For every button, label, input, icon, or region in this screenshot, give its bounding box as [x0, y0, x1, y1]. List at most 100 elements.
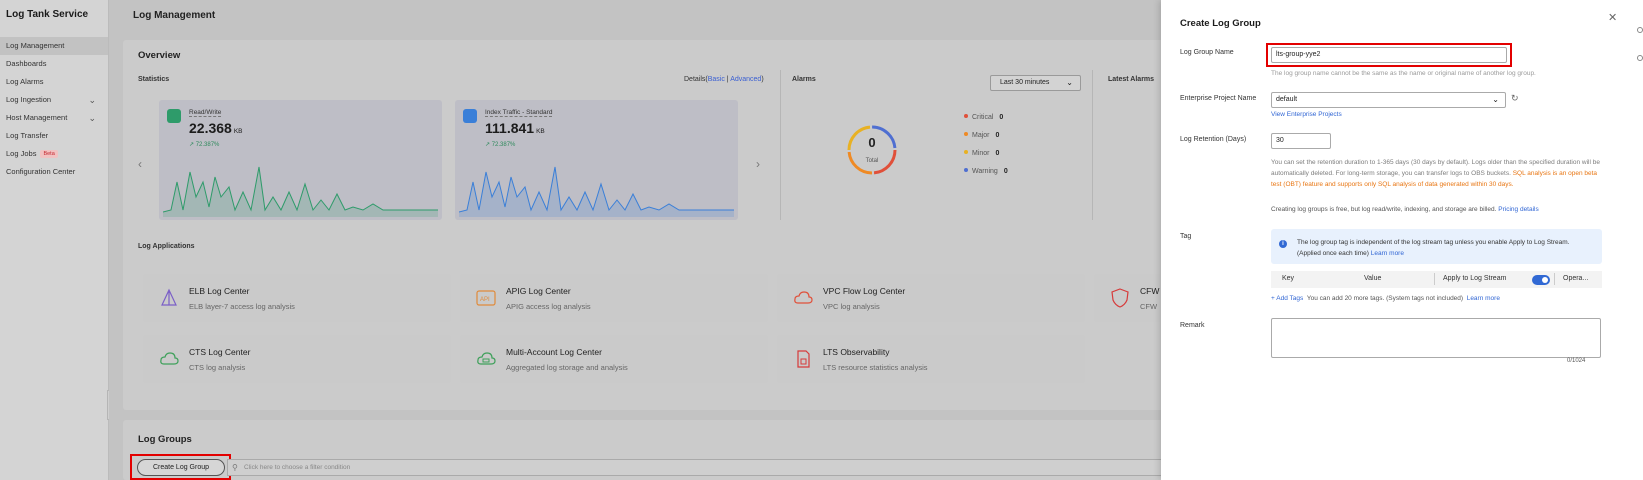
cfw-shield-icon — [1111, 288, 1129, 308]
app-card-lts-observability[interactable]: LTS Observability LTS resource statistic… — [777, 335, 1085, 383]
app-desc: VPC log analysis — [823, 302, 880, 311]
log-groups-title: Log Groups — [138, 434, 192, 445]
sidebar-item-label: Log Transfer — [6, 131, 49, 140]
warning-dot-icon — [964, 168, 968, 172]
tag-table-header: Key Value Apply to Log Stream Opera... — [1271, 271, 1602, 288]
add-tags-row: + Add Tags You can add 20 more tags. (Sy… — [1271, 295, 1500, 302]
app-card-apig[interactable]: API APIG Log Center APIG access log anal… — [460, 274, 768, 322]
app-name: VPC Flow Log Center — [823, 286, 906, 296]
stat-card-index-traffic: Index Traffic - Standard 111.841 KB ↗ 72.… — [455, 100, 738, 220]
remark-label: Remark — [1180, 322, 1205, 329]
view-enterprise-projects-text: View Enterprise Projects — [1271, 111, 1342, 118]
filter-placeholder: Click here to choose a filter condition — [244, 464, 351, 471]
legend-major: Major 0 — [964, 132, 999, 139]
app-name: APIG Log Center — [506, 286, 571, 296]
sidebar: Log Tank Service Log Management Dashboar… — [0, 0, 109, 480]
page-title: Log Management — [133, 10, 216, 21]
app-card-vpc[interactable]: VPC Flow Log Center VPC log analysis — [777, 274, 1085, 322]
app-card-cts[interactable]: CTS Log Center CTS log analysis — [143, 335, 451, 383]
sidebar-item-log-ingestion[interactable]: Log Ingestion ⌄ — [0, 91, 108, 109]
search-icon: ⚲ — [232, 463, 238, 472]
chevron-down-icon: ⌄ — [1066, 78, 1073, 87]
alarm-donut-chart — [847, 125, 897, 175]
feedback-circle-icon[interactable] — [1637, 55, 1643, 61]
sidebar-item-dashboards[interactable]: Dashboards — [0, 55, 108, 73]
details-advanced-link[interactable]: Advanced — [730, 76, 761, 83]
divider — [1092, 70, 1093, 220]
sidebar-item-label: Configuration Center — [6, 167, 76, 176]
apply-to-log-stream-toggle[interactable] — [1532, 275, 1550, 285]
app-desc: CTS log analysis — [189, 363, 246, 372]
details-suffix: ) — [761, 76, 764, 83]
latest-alarms-label: Latest Alarms — [1108, 76, 1155, 83]
pricing-details-link[interactable]: Pricing details — [1498, 206, 1538, 213]
statistics-label: Statistics — [138, 76, 170, 83]
log-applications-title: Log Applications — [138, 243, 195, 250]
retention-input[interactable]: 30 — [1271, 133, 1331, 149]
chevron-down-icon: ⌄ — [88, 95, 96, 105]
add-tags-button[interactable]: + Add Tags — [1271, 295, 1303, 302]
details-basic-link[interactable]: Basic — [708, 76, 725, 83]
create-log-group-drawer: Create Log Group ✕ Log Group Name lts-gr… — [1161, 0, 1643, 480]
sidebar-item-label: Log Ingestion — [6, 95, 52, 104]
retention-description: You can set the retention duration to 1-… — [1271, 157, 1603, 190]
log-group-name-label: Log Group Name — [1180, 49, 1234, 56]
refresh-icon[interactable]: ↻ — [1511, 93, 1519, 104]
app-desc: LTS resource statistics analysis — [823, 363, 928, 372]
sidebar-item-label: Dashboards — [6, 59, 47, 68]
filter-input[interactable]: ⚲ Click here to choose a filter condition — [227, 459, 1227, 476]
close-icon[interactable]: ✕ — [1608, 11, 1617, 24]
help-circle-icon[interactable] — [1637, 27, 1643, 33]
stat-label: Index Traffic - Standard — [485, 109, 553, 117]
stat-value: 111.841 KB — [485, 120, 545, 136]
time-range-select[interactable]: Last 30 minutes ⌄ — [990, 75, 1081, 91]
stat-value: 22.368 KB — [189, 120, 243, 136]
sidebar-item-host-management[interactable]: Host Management ⌄ — [0, 109, 108, 127]
trend-up-icon: ↗ — [485, 142, 492, 148]
sidebar-item-log-alarms[interactable]: Log Alarms — [0, 73, 108, 91]
index-traffic-icon — [463, 109, 477, 123]
drawer-title: Create Log Group — [1180, 18, 1261, 29]
tag-learn-more-link[interactable]: Learn more — [1371, 250, 1404, 257]
enterprise-project-select[interactable]: default ⌄ — [1271, 92, 1506, 108]
sidebar-item-log-transfer[interactable]: Log Transfer — [0, 127, 108, 145]
view-enterprise-projects-link[interactable]: View Enterprise Projects — [1271, 111, 1342, 118]
legend-label: Minor — [972, 150, 990, 157]
divider — [1434, 273, 1435, 285]
app-name: Multi-Account Log Center — [506, 347, 602, 357]
stat-card-read-write: Read/Write 22.368 KB ↗ 72.387% — [159, 100, 442, 220]
add-tags-hint: You can add 20 more tags. (System tags n… — [1306, 295, 1464, 302]
sidebar-item-log-management[interactable]: Log Management — [0, 37, 108, 55]
carousel-prev-icon[interactable]: ‹ — [138, 157, 142, 171]
sidebar-item-label: Log Jobs — [6, 149, 37, 158]
sidebar-item-label: Log Alarms — [6, 77, 44, 86]
svg-text:API: API — [480, 297, 490, 303]
legend-count: 0 — [999, 114, 1004, 121]
critical-dot-icon — [964, 114, 968, 118]
beta-badge: Beta — [40, 150, 58, 158]
app-desc: Aggregated log storage and analysis — [506, 363, 628, 372]
sidebar-item-configuration-center[interactable]: Configuration Center — [0, 163, 108, 181]
tag-col-value: Value — [1364, 275, 1382, 282]
stat-unit: KB — [233, 128, 243, 135]
add-tags-learn-more-link[interactable]: Learn more — [1467, 295, 1500, 302]
remark-textarea[interactable] — [1271, 318, 1601, 358]
sidebar-item-log-jobs[interactable]: Log Jobs Beta — [0, 145, 108, 163]
stat-trend: ↗ 72.387% — [189, 141, 219, 148]
major-dot-icon — [964, 132, 968, 136]
trend-value: 72.387% — [195, 142, 220, 148]
highlight-box — [130, 454, 231, 480]
app-name: CTS Log Center — [189, 347, 251, 357]
alarms-label: Alarms — [792, 76, 816, 83]
app-desc: ELB layer-7 access log analysis — [189, 302, 295, 311]
remark-char-count: 0/1024 — [1567, 358, 1586, 364]
vpc-cloud-icon — [794, 291, 813, 304]
billing-note: Creating log groups is free, but log rea… — [1271, 206, 1539, 213]
app-card-multi-account[interactable]: Multi-Account Log Center Aggregated log … — [460, 335, 768, 383]
legend-minor: Minor 0 — [964, 150, 999, 157]
trend-value: 72.387% — [491, 142, 516, 148]
carousel-next-icon[interactable]: › — [756, 157, 760, 171]
app-card-elb[interactable]: ELB Log Center ELB layer-7 access log an… — [143, 274, 451, 322]
stat-label: Read/Write — [189, 109, 222, 117]
service-title: Log Tank Service — [6, 9, 89, 20]
